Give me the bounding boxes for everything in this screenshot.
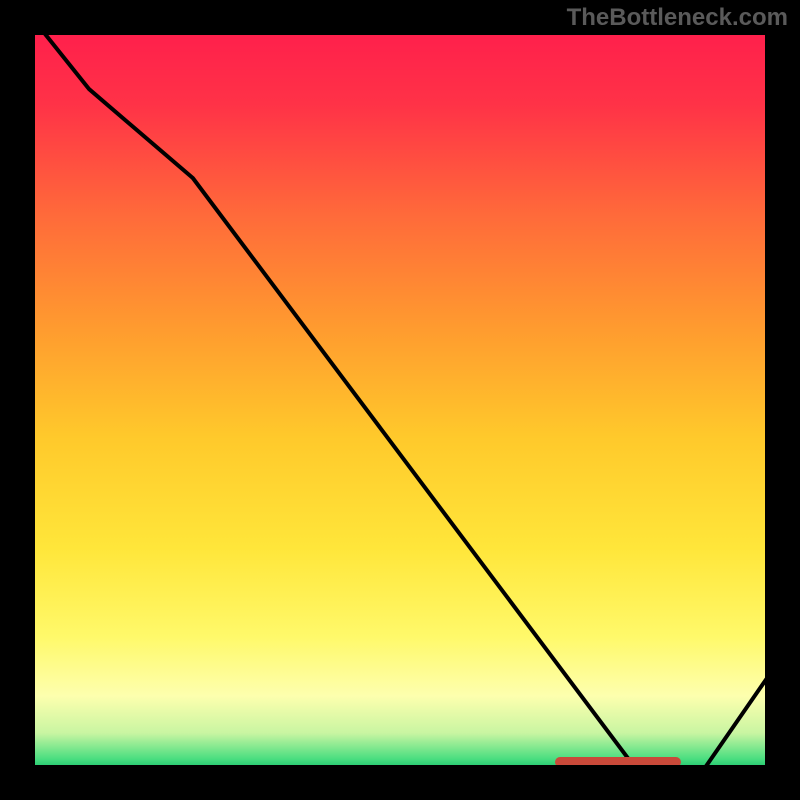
- optimal-range-marker: [555, 757, 681, 767]
- background-gradient: [30, 30, 770, 770]
- chart-frame: TheBottleneck.com: [0, 0, 800, 800]
- watermark-text: TheBottleneck.com: [567, 4, 788, 32]
- plot-area: [30, 30, 770, 770]
